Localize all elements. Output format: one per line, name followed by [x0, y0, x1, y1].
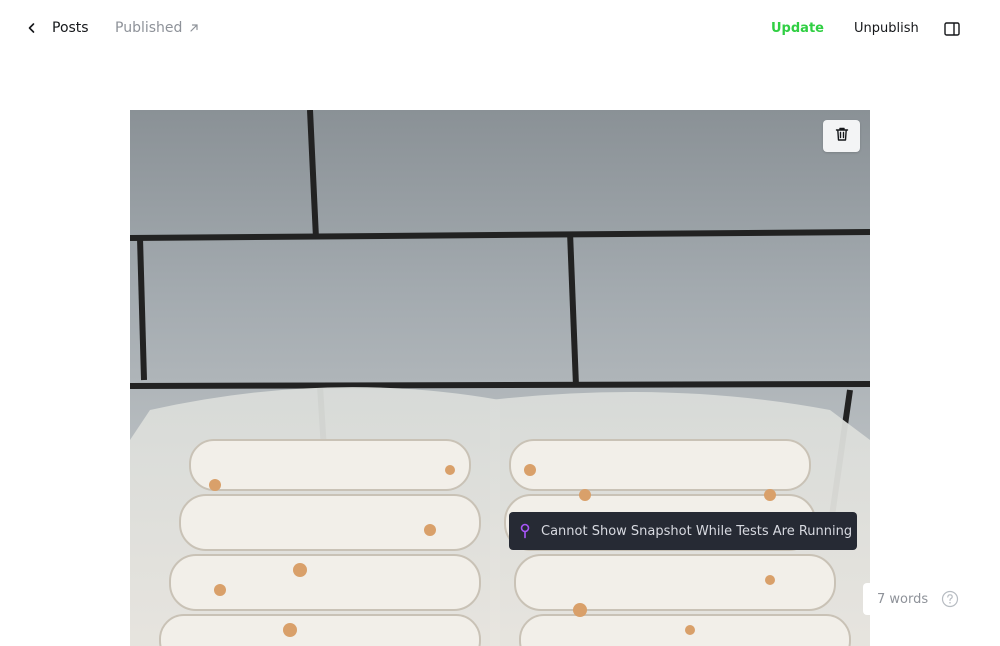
back-to-posts-button[interactable]: Posts [22, 14, 89, 42]
delete-image-button[interactable] [823, 120, 860, 152]
back-label: Posts [52, 20, 89, 36]
toast-message: Cannot Show Snapshot While Tests Are Run… [541, 523, 853, 539]
editor-header: Posts Published Update Unpublish [0, 0, 1000, 58]
status-label: Published [115, 20, 183, 36]
question-icon[interactable] [941, 590, 959, 608]
update-button[interactable]: Update [771, 14, 824, 42]
pin-icon [519, 523, 531, 539]
post-status-link[interactable]: Published [115, 14, 200, 42]
snapshot-toast: Cannot Show Snapshot While Tests Are Run… [509, 512, 857, 550]
unpublish-button[interactable]: Unpublish [854, 14, 919, 42]
feature-photo [130, 110, 870, 646]
trash-icon [834, 126, 850, 146]
sidebar-toggle-icon[interactable] [942, 19, 962, 39]
word-count-panel: 7 words [863, 583, 978, 615]
word-count: 7 words [877, 591, 929, 607]
chevron-left-icon [22, 18, 42, 38]
feature-image[interactable] [130, 110, 870, 646]
arrow-up-right-icon [188, 22, 200, 34]
